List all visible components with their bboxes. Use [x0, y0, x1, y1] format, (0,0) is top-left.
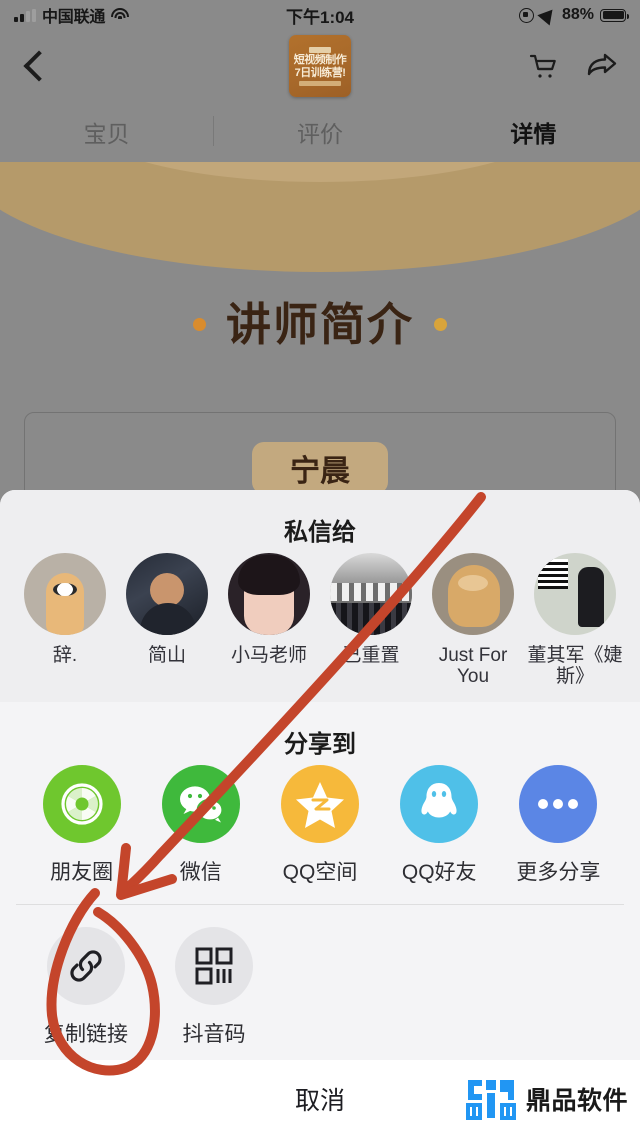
- dingpin-logo-icon: [465, 1080, 516, 1120]
- more-dots-icon: [519, 764, 598, 843]
- qq-penguin-icon: [400, 764, 479, 843]
- avatar: [330, 553, 412, 635]
- action-copy-link[interactable]: 复制链接: [22, 926, 150, 1048]
- detail-tabs: 宝贝 评价 详情: [0, 102, 640, 162]
- private-message-section: 私信给 辞. 简山 小马老师 已重置 Just For You 董其军《婕斯》: [0, 490, 640, 702]
- tab-xiangqing[interactable]: 详情: [427, 102, 640, 162]
- left-dot-decoration: [192, 318, 206, 331]
- contact-name: 小马老师: [230, 645, 307, 666]
- status-bar: 中国联通 下午1:04 88%: [0, 0, 640, 30]
- share-target-wechat[interactable]: 微信: [141, 764, 260, 886]
- bottom-actions-section: 复制链接 抖音码: [0, 904, 640, 1074]
- list-item[interactable]: 辞.: [14, 553, 116, 688]
- right-dot-decoration: [434, 318, 447, 331]
- list-item[interactable]: 已重置: [320, 553, 422, 688]
- navigation-actions: [528, 52, 618, 80]
- link-chain-icon: [47, 926, 125, 1005]
- thumb-line2: 7日训练营!: [294, 66, 346, 79]
- contact-name: 简山: [147, 645, 186, 666]
- section-title-group: 讲师简介: [0, 302, 640, 353]
- list-item[interactable]: 董其军《婕斯》: [524, 553, 626, 688]
- thumb-subline: [299, 80, 341, 86]
- share-target-list: 朋友圈 微信 QQ空间 QQ好友 更多分享: [0, 764, 640, 886]
- action-label: 复制链接: [44, 1022, 128, 1046]
- contact-name: 辞.: [52, 645, 78, 666]
- thumb-line1: 短视频制作: [293, 53, 347, 66]
- shopping-cart-icon[interactable]: [528, 52, 558, 80]
- share-target-label: QQ好友: [401, 860, 477, 884]
- share-arrow-icon[interactable]: [586, 52, 618, 80]
- tab-pingjia[interactable]: 评价: [213, 102, 426, 162]
- moments-aperture-icon: [42, 764, 121, 843]
- share-to-section: 分享到 朋友圈 微信 QQ空间 QQ好友 更多分享: [0, 701, 640, 904]
- private-message-heading: 私信给: [284, 519, 356, 546]
- qzone-star-icon: [281, 764, 359, 843]
- banner-arc-decoration: [0, 162, 640, 272]
- contact-name: Just For You: [438, 645, 508, 688]
- thumb-tag: [309, 46, 331, 53]
- contact-name: 已重置: [342, 645, 400, 666]
- carrier-label: 中国联通: [42, 9, 106, 26]
- avatar: [126, 553, 208, 635]
- qr-code-icon: [175, 926, 253, 1005]
- contact-name: 董其军《婕斯》: [527, 645, 623, 688]
- avatar: [24, 553, 106, 635]
- action-label: 抖音码: [182, 1022, 246, 1046]
- share-target-label: 更多分享: [516, 860, 601, 884]
- share-to-heading: 分享到: [284, 730, 356, 758]
- signal-icon: [14, 8, 36, 22]
- avatar: [432, 553, 514, 635]
- list-item[interactable]: 小马老师: [218, 553, 320, 688]
- status-bar-right: 88%: [518, 4, 629, 26]
- share-target-qzone[interactable]: QQ空间: [260, 764, 379, 886]
- share-sheet: 私信给 辞. 简山 小马老师 已重置 Just For You 董其军《婕斯》 …: [0, 490, 640, 1138]
- avatar: [534, 553, 616, 635]
- rotation-lock-icon: [518, 7, 534, 23]
- section-title: 讲师简介: [213, 302, 427, 353]
- navigation-bar: 短视频制作 7日训练营!: [0, 30, 640, 102]
- list-item[interactable]: Just For You: [422, 553, 524, 688]
- wechat-icon: [161, 764, 240, 843]
- cancel-button[interactable]: 取消: [295, 1081, 345, 1117]
- contact-list: 辞. 简山 小马老师 已重置 Just For You 董其军《婕斯》: [0, 553, 640, 688]
- share-target-label: 朋友圈: [50, 860, 114, 884]
- share-target-qq[interactable]: QQ好友: [380, 764, 499, 886]
- product-thumbnail[interactable]: 短视频制作 7日训练营!: [289, 35, 351, 97]
- battery-percent-label: 88%: [561, 6, 594, 23]
- watermark-text: 鼎品软件: [525, 1087, 628, 1115]
- share-target-moments[interactable]: 朋友圈: [22, 764, 141, 886]
- list-item[interactable]: 简山: [116, 553, 218, 688]
- status-bar-left: 中国联通: [14, 3, 130, 27]
- location-arrow-icon: [537, 4, 559, 26]
- watermark: 鼎品软件: [465, 1077, 628, 1121]
- share-target-label: QQ空间: [282, 860, 358, 884]
- avatar: [228, 553, 310, 635]
- tab-baobei[interactable]: 宝贝: [0, 102, 213, 162]
- cancel-bar: 取消 鼎品软件: [0, 1060, 640, 1138]
- bottom-action-list: 复制链接 抖音码: [0, 926, 640, 1048]
- share-target-label: 微信: [179, 860, 222, 884]
- wifi-icon: [111, 8, 130, 22]
- share-target-more[interactable]: 更多分享: [499, 764, 618, 886]
- battery-icon: [600, 8, 629, 22]
- back-chevron-icon[interactable]: [23, 50, 55, 82]
- action-douyin-code[interactable]: 抖音码: [150, 926, 278, 1048]
- instructor-name-pill: 宁晨: [252, 442, 388, 494]
